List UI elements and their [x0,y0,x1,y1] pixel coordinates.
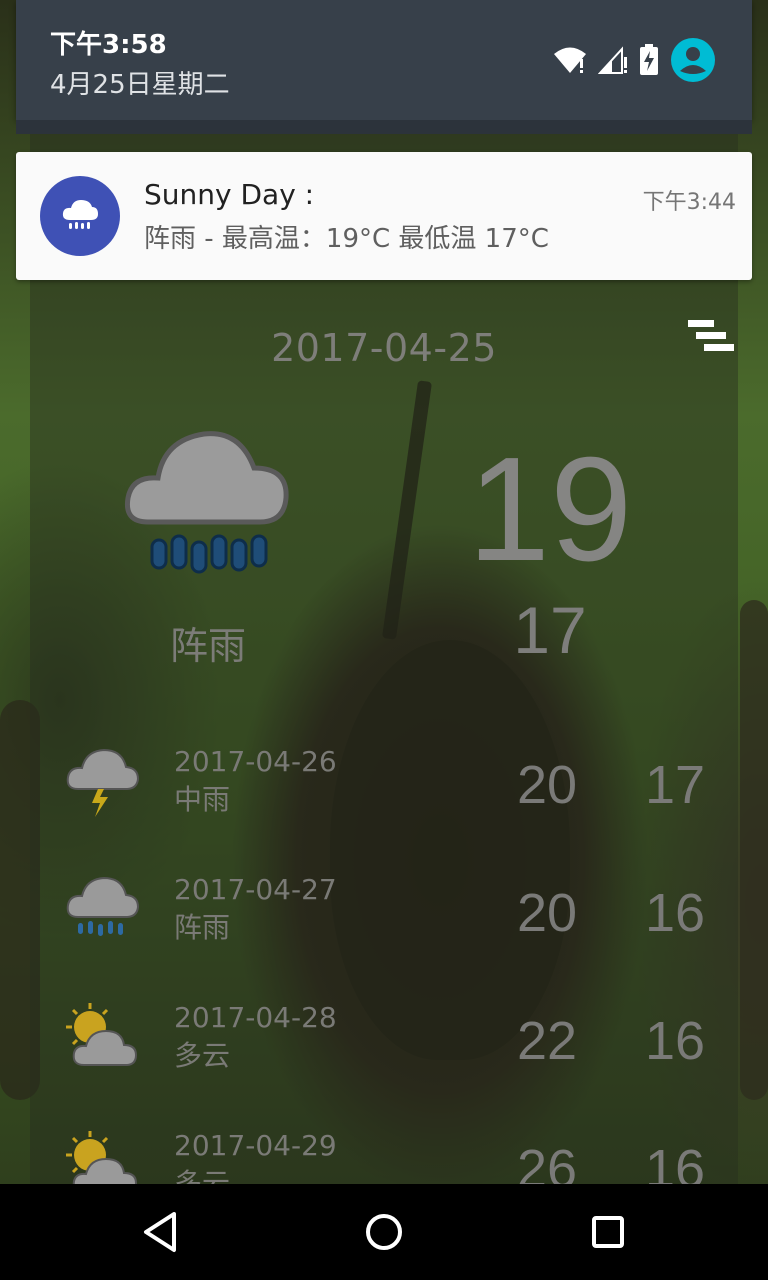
navigation-bar [0,1184,768,1280]
list-item[interactable]: 2017-04-27 阵雨 20 16 [0,873,768,1001]
rain-cloud-icon [66,876,140,936]
notification-app-icon [40,176,120,256]
forecast-low-temp: 16 [644,883,706,943]
rain-cloud-icon [124,431,289,574]
notification-time: 下午3:44 [642,190,736,215]
forecast-condition: 中雨 [174,783,231,816]
status-icons [552,38,716,82]
notification-card[interactable]: Sunny Day : 下午3:44 阵雨 - 最高温：19°C 最低温 17°… [16,152,752,280]
forecast-low-temp: 17 [644,755,706,815]
forecast-high-temp: 20 [516,755,578,815]
home-button[interactable] [360,1208,408,1256]
forecast-date: 2017-04-28 [174,1001,337,1034]
notification-text: 阵雨 - 最高温：19°C 最低温 17°C [144,224,549,254]
today-high-temp: 19 [467,427,633,592]
signal-icon [598,46,627,74]
today-date: 2017-04-25 [271,326,497,370]
quick-settings-header[interactable]: 下午3:58 4月25日星期二 [16,0,752,120]
today-condition: 阵雨 [170,624,247,668]
forecast-condition: 多云 [174,1039,231,1072]
list-item[interactable]: 2017-04-28 多云 22 16 [0,1001,768,1129]
list-item[interactable]: 2017-04-26 中雨 20 17 [0,745,768,873]
rain-cloud-icon [62,200,98,229]
back-button[interactable] [136,1208,184,1256]
status-time: 下午3:58 [50,30,167,60]
forecast-condition: 阵雨 [174,911,231,944]
notification-title: Sunny Day : [144,178,315,211]
forecast-date: 2017-04-27 [174,873,337,906]
recents-button[interactable] [584,1208,632,1256]
forecast-high-temp: 20 [516,883,578,943]
forecast-date: 2017-04-29 [174,1129,337,1162]
today-low-temp: 17 [513,593,587,667]
thunder-cloud-icon [66,748,140,817]
menu-icon[interactable] [684,316,738,356]
account-icon[interactable] [670,37,716,83]
forecast-low-temp: 16 [644,1011,706,1071]
status-date: 4月25日星期二 [50,70,230,100]
wifi-icon [554,47,586,73]
forecast-date: 2017-04-26 [174,745,337,778]
forecast-high-temp: 22 [516,1011,578,1071]
quick-settings-handle[interactable] [16,120,752,134]
battery-charging-icon [640,44,658,75]
partly-cloudy-icon [66,1003,138,1066]
